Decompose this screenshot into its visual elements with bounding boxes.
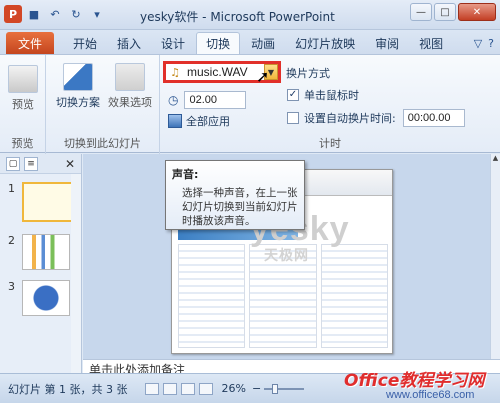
maximize-button[interactable]: □: [434, 3, 456, 21]
tab-slideshow[interactable]: 幻灯片放映: [286, 32, 364, 54]
on-click-label: 单击鼠标时: [304, 89, 359, 102]
view-buttons: [145, 382, 214, 395]
customize-qat-icon[interactable]: ▾: [88, 5, 106, 23]
slides-pane-scrollbar[interactable]: [71, 174, 81, 373]
mouse-cursor-icon: ➚: [256, 67, 270, 86]
vertical-scrollbar[interactable]: ▲: [490, 154, 500, 359]
outline-tab-icon[interactable]: ≡: [24, 156, 38, 171]
slide-thumbnail-3[interactable]: 3: [8, 280, 70, 316]
apply-to-all-button[interactable]: 全部应用: [168, 113, 230, 129]
preview-label: 预览: [12, 98, 34, 111]
preview-button[interactable]: 预览: [8, 65, 38, 112]
preview-icon: [8, 65, 38, 93]
tab-view[interactable]: 视图: [410, 32, 452, 54]
ribbon: 预览 预览 切换方案 效果选项 切换到此幻灯片 计时 ♫ music.WAV ▼…: [0, 54, 500, 154]
apply-all-label: 全部应用: [186, 115, 230, 128]
preview-group: 预览 预览: [0, 55, 46, 154]
auto-advance-checkbox[interactable]: [287, 112, 299, 124]
window-controls: — □ ✕: [410, 3, 496, 21]
slides-tab-icon[interactable]: ▢: [6, 156, 20, 171]
auto-advance-time-field[interactable]: 00:00.00: [402, 109, 465, 127]
auto-advance-label: 设置自动换片时间:: [304, 112, 396, 125]
quick-access-toolbar: P ■ ↶ ↻ ▾: [4, 5, 106, 23]
minimize-ribbon-icon[interactable]: ▽: [474, 37, 482, 50]
tab-file[interactable]: 文件: [6, 32, 55, 54]
watermark-logo: Office教程学习网 www.office68.com: [344, 366, 484, 401]
zoom-slider[interactable]: −: [252, 382, 305, 395]
slide-sorter-icon[interactable]: [163, 382, 178, 395]
scroll-up-icon[interactable]: ▲: [491, 154, 500, 166]
advance-slide-header: 换片方式: [286, 67, 330, 80]
ribbon-tabs: 文件 开始 插入 设计 切换 动画 幻灯片放映 审阅 视图 ▽ ?: [0, 30, 500, 54]
tab-animations[interactable]: 动画: [242, 32, 284, 54]
help-icon[interactable]: ?: [488, 37, 494, 50]
transition-scheme-icon: [63, 63, 93, 91]
slide-thumbnail-image: [22, 182, 74, 222]
slide-thumbnail-2[interactable]: 2: [8, 234, 70, 270]
effect-options-button[interactable]: 效果选项: [108, 63, 152, 110]
tab-transitions[interactable]: 切换: [196, 32, 241, 54]
transition-scheme-button[interactable]: 切换方案: [56, 63, 100, 110]
tab-review[interactable]: 审阅: [366, 32, 408, 54]
timing-group-label: 计时: [319, 137, 341, 150]
effect-options-icon: [115, 63, 145, 91]
tab-design[interactable]: 设计: [152, 32, 194, 54]
watermark-line1: Office教程学习网: [344, 371, 485, 391]
title-bar: P ■ ↶ ↻ ▾ yesky软件 - Microsoft PowerPoint…: [0, 0, 500, 30]
slides-pane: ▢ ≡ ✕ 1 2 3: [0, 154, 82, 373]
slide-thumbnail-1[interactable]: 1: [8, 182, 74, 222]
undo-icon[interactable]: ↶: [46, 5, 64, 23]
effect-options-label: 效果选项: [108, 96, 152, 109]
tab-insert[interactable]: 插入: [108, 32, 150, 54]
sound-icon: ♫: [170, 65, 180, 79]
slide-number: 1: [8, 182, 15, 195]
tooltip-title: 声音:: [172, 168, 199, 181]
sound-value: music.WAV: [187, 65, 248, 79]
slide-number: 3: [8, 280, 15, 293]
close-pane-icon[interactable]: ✕: [65, 157, 75, 171]
on-mouse-click-option[interactable]: ✓ 单击鼠标时: [287, 87, 359, 103]
slideshow-icon[interactable]: [199, 382, 214, 395]
zoom-level[interactable]: 26%: [221, 382, 245, 395]
transition-group-label: 切换到此幻灯片: [64, 137, 141, 150]
transition-group: 切换方案 效果选项 切换到此幻灯片: [46, 55, 160, 154]
sound-tooltip: 声音: 选择一种声音，在上一张幻灯片切换到当前幻灯片时播放该声音。: [165, 160, 305, 230]
save-icon[interactable]: ■: [25, 5, 43, 23]
redo-icon[interactable]: ↻: [67, 5, 85, 23]
slide-thumbnail-image: [22, 234, 70, 270]
slide-thumbnail-image: [22, 280, 70, 316]
zoom-out-icon[interactable]: −: [252, 382, 261, 395]
on-click-checkbox[interactable]: ✓: [287, 89, 299, 101]
auto-advance-option[interactable]: 设置自动换片时间: 00:00.00: [287, 109, 465, 127]
apply-all-icon: [168, 114, 182, 128]
normal-view-icon[interactable]: [145, 382, 160, 395]
slide-number: 2: [8, 234, 15, 247]
powerpoint-app-icon[interactable]: P: [4, 5, 22, 23]
close-button[interactable]: ✕: [458, 3, 496, 21]
pane-tabs: ▢ ≡ ✕: [0, 154, 81, 174]
window-title: yesky软件 - Microsoft PowerPoint: [140, 10, 335, 24]
clock-icon: ◷: [168, 93, 179, 107]
duration-row: ◷ 02.00: [168, 91, 247, 109]
tooltip-body: 选择一种声音，在上一张幻灯片切换到当前幻灯片时播放该声音。: [182, 187, 298, 227]
slide-info: 幻灯片 第 1 张，共 3 张: [8, 382, 128, 396]
preview-group-label: 预览: [11, 137, 34, 150]
watermark-line2: www.office68.com: [386, 389, 475, 401]
reading-view-icon[interactable]: [181, 382, 196, 395]
tab-home[interactable]: 开始: [64, 32, 106, 54]
duration-field[interactable]: 02.00: [184, 91, 247, 109]
zoom-slider-thumb[interactable]: [272, 383, 279, 394]
minimize-button[interactable]: —: [410, 3, 432, 21]
transition-scheme-label: 切换方案: [56, 96, 100, 109]
